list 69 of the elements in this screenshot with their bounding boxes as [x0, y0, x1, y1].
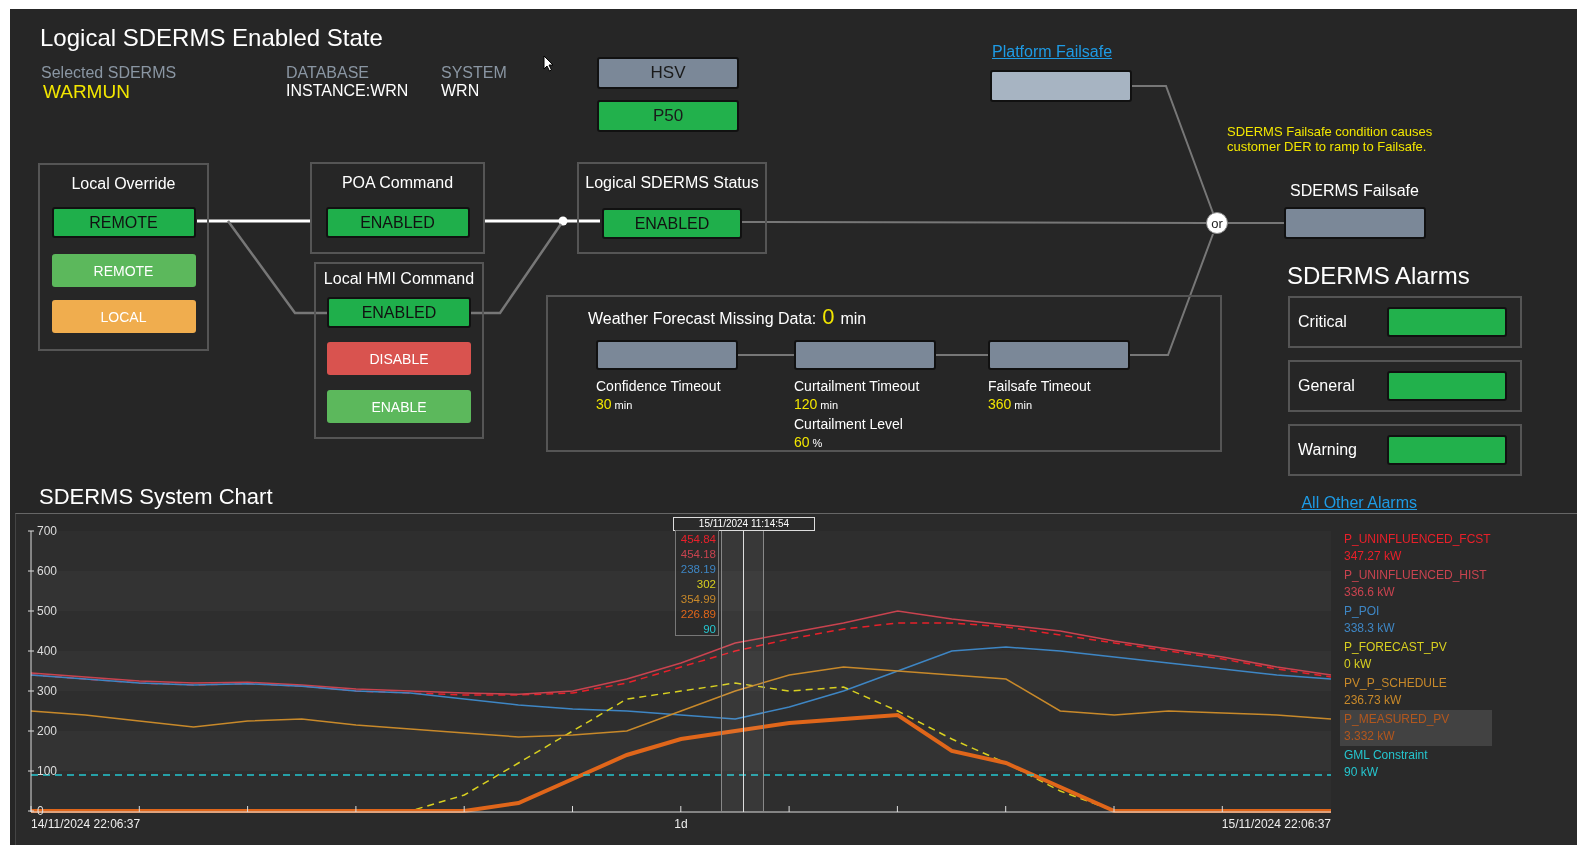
- panel-title: SDERMS Failsafe: [1290, 182, 1419, 200]
- field-value: WRN: [441, 82, 480, 100]
- connector-line: [737, 354, 795, 356]
- mode-button[interactable]: REMOTE: [51, 254, 196, 287]
- alarm-label: Critical: [1298, 313, 1348, 331]
- axis-label: 15/11/2024 22:06:37: [1221, 817, 1331, 831]
- timer-label: Confidence Timeout: [596, 378, 721, 394]
- legend-item[interactable]: GML Constraint 90 kW: [1340, 746, 1492, 782]
- panel-title: Local Override: [71, 174, 176, 194]
- timer-label: Curtailment Timeout: [794, 378, 920, 394]
- panel-title: POA Command: [341, 173, 454, 193]
- axis-tick-label: 600: [37, 564, 58, 578]
- legend-item[interactable]: P_UNINFLUENCED_FCST 347.27 kW: [1340, 530, 1492, 566]
- or-gate: or: [1206, 212, 1228, 234]
- axis-tick-label: 100: [37, 764, 58, 778]
- mode-button[interactable]: P50: [597, 100, 739, 132]
- axis-tick-label: 400: [37, 644, 58, 658]
- status-indicator: REMOTE: [51, 207, 196, 238]
- tooltip-value: 454.84: [680, 532, 716, 547]
- tooltip-value: 302: [696, 577, 716, 592]
- timer-label: Curtailment Level: [794, 416, 903, 432]
- field-label: SYSTEM: [441, 64, 507, 82]
- status-indicator: ENABLED: [325, 207, 470, 238]
- alarm-label: Warning: [1298, 441, 1358, 459]
- alarm-label: General: [1298, 377, 1356, 395]
- section-title: SDERMS System Chart: [38, 484, 273, 510]
- tooltip-value: 226.89: [680, 607, 716, 622]
- axis-label: 14/11/2024 22:06:37: [31, 817, 141, 831]
- page-title: Logical SDERMS Enabled State: [40, 24, 383, 52]
- legend-item[interactable]: P_POI 338.3 kW: [1340, 602, 1492, 638]
- status-indicator: ENABLED: [602, 208, 742, 239]
- tooltip-value: 90: [703, 622, 716, 637]
- field-label: Selected SDERMS: [41, 64, 177, 82]
- tooltip-value: 354.99: [680, 592, 716, 607]
- junction-dot: [558, 216, 568, 226]
- legend-item[interactable]: P_MEASURED_PV 3.332 kW: [1340, 710, 1492, 746]
- weather-title: Weather Forecast Missing Data: 0 min: [588, 304, 867, 330]
- panel-title: Logical SDERMS Status: [585, 173, 759, 193]
- timer-value: 120 min: [794, 396, 839, 412]
- field-value: WARMUN: [43, 81, 130, 103]
- platform-failsafe-link[interactable]: Platform Failsafe: [992, 43, 1113, 61]
- axis-label: 1d: [674, 817, 688, 831]
- tooltip-value: 454.18: [680, 547, 716, 562]
- axis-tick-label: 700: [37, 524, 58, 538]
- timer-value: 60 %: [794, 434, 823, 450]
- tooltip-value: 238.19: [680, 562, 716, 577]
- section-title: SDERMS Alarms: [1287, 262, 1470, 290]
- connector-line: [935, 354, 989, 356]
- timer-value: 360 min: [988, 396, 1033, 412]
- timer-label: Failsafe Timeout: [988, 378, 1091, 394]
- status-indicator: ENABLED: [327, 297, 471, 328]
- field-label: DATABASE: [286, 64, 369, 82]
- command-button[interactable]: ENABLE: [327, 390, 471, 423]
- legend-item[interactable]: P_FORECAST_PV 0 kW: [1340, 638, 1492, 674]
- mode-button[interactable]: HSV: [597, 57, 739, 89]
- failsafe-note: SDERMS Failsafe condition causes customer DER to ramp to Failsafe.: [1227, 124, 1433, 154]
- timer-value: 30 min: [596, 396, 633, 412]
- axis-tick-label: 500: [37, 604, 58, 618]
- legend-item[interactable]: P_UNINFLUENCED_HIST 336.6 kW: [1340, 566, 1492, 602]
- tooltip-time: 15/11/2024 11:14:54: [673, 517, 815, 531]
- panel-title: Local HMI Command: [323, 269, 475, 289]
- field-value: INSTANCE:WRN: [286, 82, 409, 100]
- command-button[interactable]: DISABLE: [327, 342, 471, 375]
- axis-tick-label: 300: [37, 684, 58, 698]
- connector-line: [1227, 222, 1285, 224]
- legend-item[interactable]: PV_P_SCHEDULE 236.73 kW: [1340, 674, 1492, 710]
- axis-tick-label: 200: [37, 724, 58, 738]
- all-alarms-link[interactable]: All Other Alarms: [1301, 494, 1417, 512]
- cursor-icon: [543, 55, 554, 72]
